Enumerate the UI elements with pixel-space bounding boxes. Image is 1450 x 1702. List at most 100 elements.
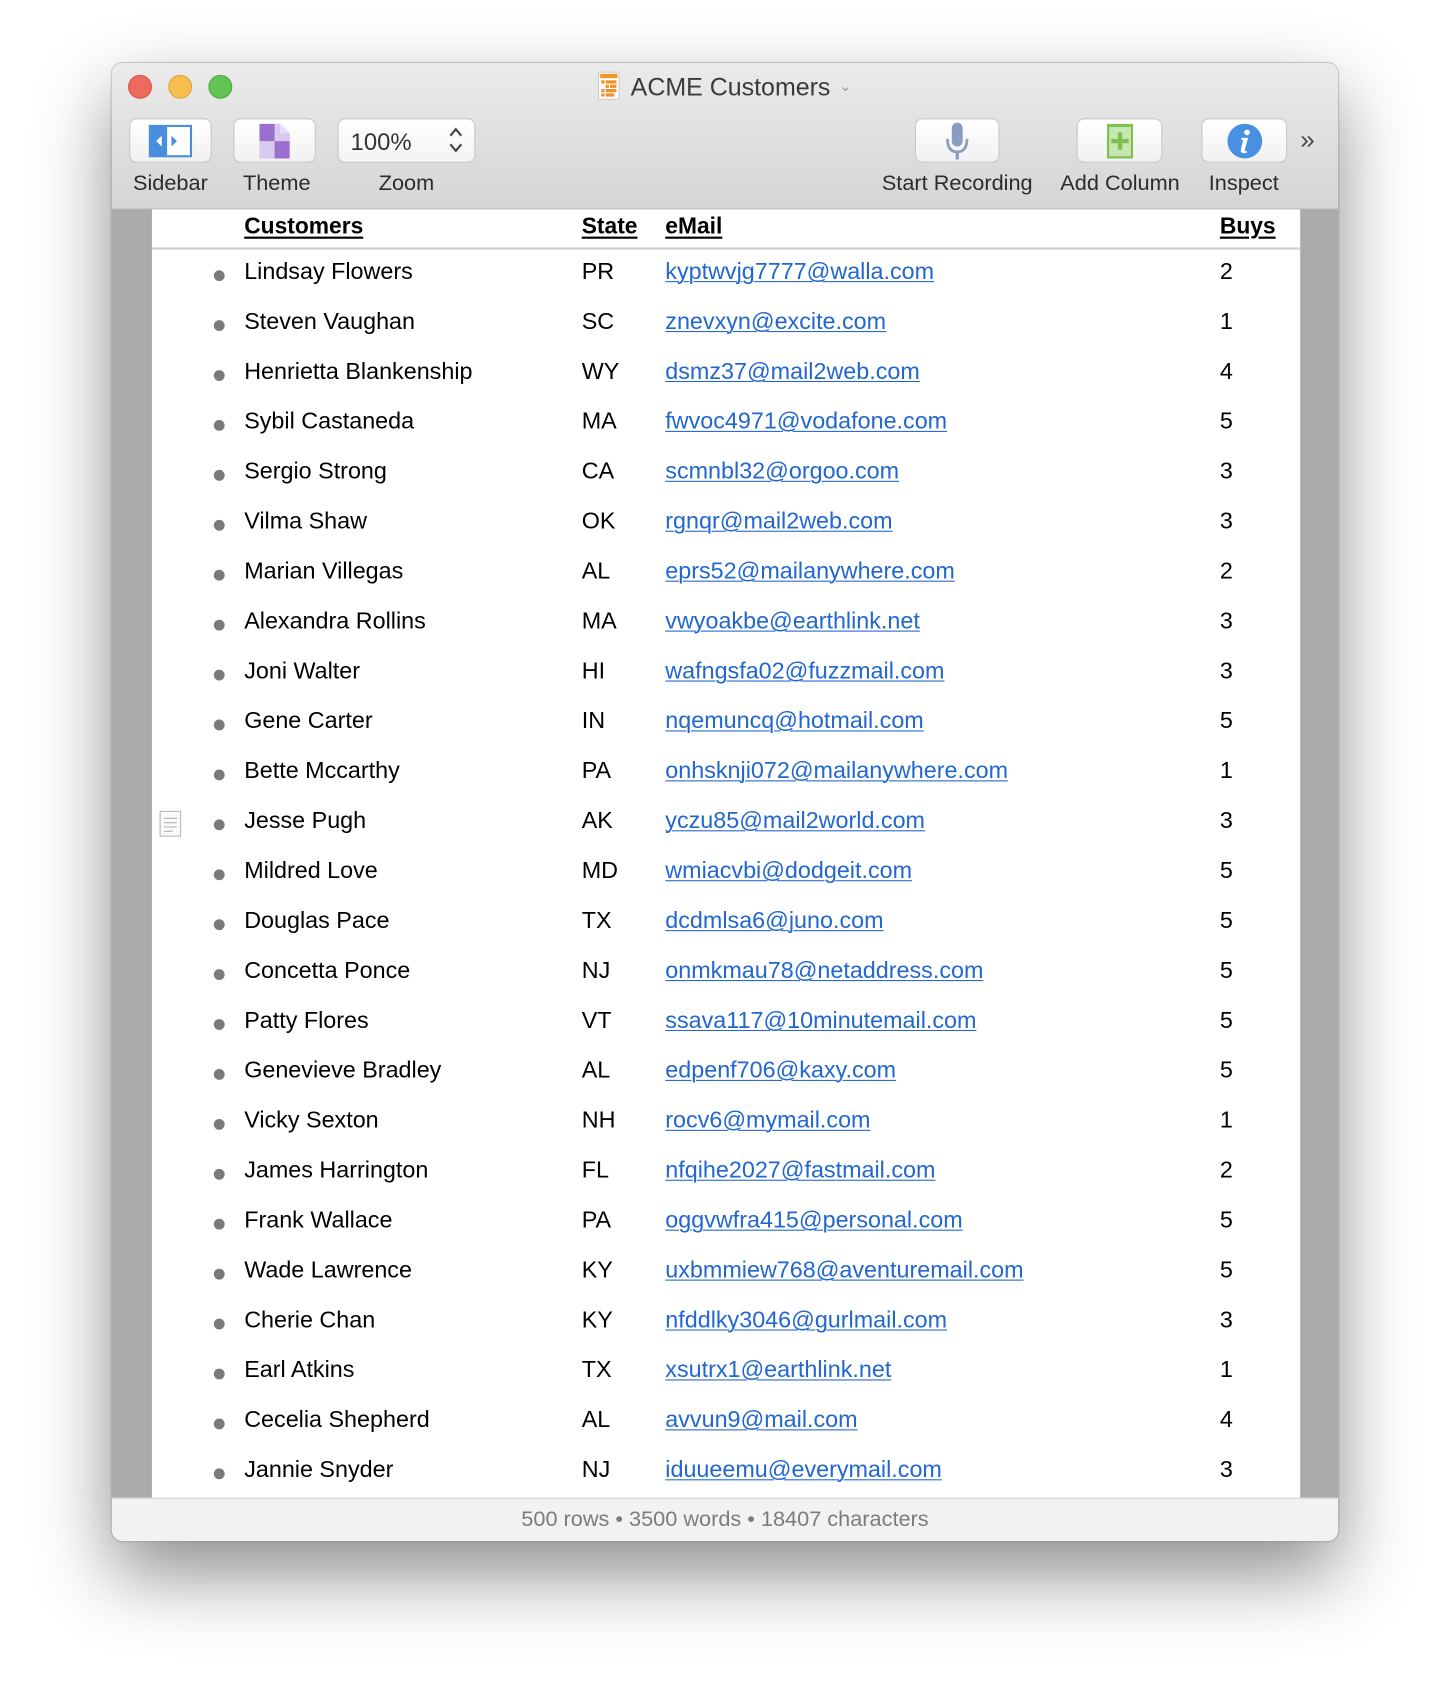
table-row[interactable]: Henrietta Blankenship WY dsmz37@mail2web.c… bbox=[152, 351, 1300, 401]
state-cell[interactable]: OK bbox=[582, 508, 616, 535]
table-row[interactable]: Alexandra Rollins MA vwyoakbe@earthlink.ne… bbox=[152, 600, 1300, 650]
customer-name-cell[interactable]: Joni Walter bbox=[244, 658, 360, 685]
state-cell[interactable]: AL bbox=[582, 1057, 611, 1084]
customer-name-cell[interactable]: Sybil Castaneda bbox=[244, 408, 414, 435]
row-bullet-icon[interactable] bbox=[213, 869, 225, 881]
buys-cell[interactable]: 3 bbox=[1220, 807, 1233, 834]
note-icon[interactable] bbox=[159, 810, 182, 837]
email-link[interactable]: avvun9@mail.com bbox=[665, 1407, 857, 1434]
row-bullet-icon[interactable] bbox=[213, 1019, 225, 1030]
buys-cell[interactable]: 5 bbox=[1220, 1007, 1233, 1034]
row-bullet-icon[interactable] bbox=[213, 919, 225, 931]
state-cell[interactable]: SC bbox=[582, 308, 614, 335]
buys-cell[interactable]: 5 bbox=[1220, 1257, 1233, 1284]
buys-cell[interactable]: 3 bbox=[1220, 458, 1233, 485]
table-row[interactable]: Vicky Sexton NH rocv6@mymail.com 1 bbox=[152, 1099, 1300, 1149]
customer-name-cell[interactable]: Sergio Strong bbox=[244, 458, 387, 485]
customer-name-cell[interactable]: Bette Mccarthy bbox=[244, 758, 400, 785]
row-bullet-icon[interactable] bbox=[213, 719, 225, 731]
email-link[interactable]: ssava117@10minutemail.com bbox=[665, 1007, 976, 1034]
email-link[interactable]: xsutrx1@earthlink.net bbox=[665, 1357, 891, 1384]
table-row[interactable]: Vilma Shaw OK rgnqr@mail2web.com 3 bbox=[152, 500, 1300, 550]
buys-cell[interactable]: 5 bbox=[1220, 708, 1233, 735]
email-link[interactable]: eprs52@mailanywhere.com bbox=[665, 558, 955, 585]
table-row[interactable]: Wade Lawrence KY uxbmmiew768@aventuremail.… bbox=[152, 1249, 1300, 1299]
buys-cell[interactable]: 3 bbox=[1220, 658, 1233, 685]
customer-name-cell[interactable]: Marian Villegas bbox=[244, 558, 403, 585]
table-row[interactable]: Bette Mccarthy PA onhsknji072@mailanywhere… bbox=[152, 750, 1300, 800]
row-bullet-icon[interactable] bbox=[213, 819, 225, 831]
state-cell[interactable]: NJ bbox=[582, 1456, 611, 1483]
column-header-state[interactable]: State bbox=[582, 214, 638, 240]
email-link[interactable]: onmkmau78@netaddress.com bbox=[665, 957, 983, 984]
row-bullet-icon[interactable] bbox=[213, 1418, 225, 1430]
state-cell[interactable]: MA bbox=[582, 408, 617, 435]
buys-cell[interactable]: 3 bbox=[1220, 608, 1233, 635]
table-row[interactable]: Genevieve Bradley AL edpenf706@kaxy.com 5 bbox=[152, 1049, 1300, 1099]
sidebar-button[interactable] bbox=[129, 118, 212, 163]
buys-cell[interactable]: 1 bbox=[1220, 308, 1233, 335]
email-link[interactable]: vwyoakbe@earthlink.net bbox=[665, 608, 920, 635]
table-row[interactable]: Joni Walter HI wafngsfa02@fuzzmail.com 3 bbox=[152, 650, 1300, 700]
state-cell[interactable]: KY bbox=[582, 1257, 613, 1284]
row-bullet-icon[interactable] bbox=[213, 1468, 225, 1480]
email-link[interactable]: iduueemu@everymail.com bbox=[665, 1456, 942, 1483]
email-link[interactable]: nfddlky3046@gurlmail.com bbox=[665, 1307, 947, 1334]
email-link[interactable]: rgnqr@mail2web.com bbox=[665, 508, 892, 535]
row-bullet-icon[interactable] bbox=[213, 769, 225, 781]
row-bullet-icon[interactable] bbox=[213, 320, 225, 332]
customer-name-cell[interactable]: Douglas Pace bbox=[244, 907, 389, 934]
table-row[interactable]: Marian Villegas AL eprs52@mailanywhere.com… bbox=[152, 550, 1300, 600]
buys-cell[interactable]: 2 bbox=[1220, 1157, 1233, 1184]
row-bullet-icon[interactable] bbox=[213, 1069, 225, 1080]
customer-name-cell[interactable]: Cecelia Shepherd bbox=[244, 1407, 430, 1434]
buys-cell[interactable]: 4 bbox=[1220, 1407, 1233, 1434]
column-header-email[interactable]: eMail bbox=[665, 214, 722, 240]
email-link[interactable]: dcdmlsa6@juno.com bbox=[665, 907, 883, 934]
column-header-customers[interactable]: Customers bbox=[244, 214, 363, 240]
row-bullet-icon[interactable] bbox=[213, 370, 225, 381]
state-cell[interactable]: AL bbox=[582, 1407, 611, 1434]
buys-cell[interactable]: 3 bbox=[1220, 508, 1233, 535]
table-row[interactable]: Lindsay Flowers PR kyptwvjg7777@walla.com 2 bbox=[152, 251, 1300, 301]
state-cell[interactable]: AL bbox=[582, 558, 611, 585]
state-cell[interactable]: TX bbox=[582, 907, 612, 934]
table-row[interactable]: Patty Flores VT ssava117@10minutemail.com 5 bbox=[152, 1000, 1300, 1050]
row-bullet-icon[interactable] bbox=[213, 1218, 225, 1230]
toolbar-overflow-button[interactable]: » bbox=[1300, 126, 1315, 156]
table-row[interactable]: James Harrington FL nfqihe2027@fastmail.co… bbox=[152, 1149, 1300, 1199]
customer-name-cell[interactable]: Cherie Chan bbox=[244, 1307, 375, 1334]
buys-cell[interactable]: 4 bbox=[1220, 358, 1233, 385]
buys-cell[interactable]: 3 bbox=[1220, 1307, 1233, 1334]
row-bullet-icon[interactable] bbox=[213, 619, 225, 631]
state-cell[interactable]: TX bbox=[582, 1357, 612, 1384]
email-link[interactable]: nqemuncq@hotmail.com bbox=[665, 708, 923, 735]
buys-cell[interactable]: 5 bbox=[1220, 1057, 1233, 1084]
customer-name-cell[interactable]: Vicky Sexton bbox=[244, 1107, 378, 1134]
state-cell[interactable]: NJ bbox=[582, 957, 611, 984]
state-cell[interactable]: FL bbox=[582, 1157, 609, 1184]
email-link[interactable]: dsmz37@mail2web.com bbox=[665, 358, 920, 385]
state-cell[interactable]: CA bbox=[582, 458, 614, 485]
customer-name-cell[interactable]: Frank Wallace bbox=[244, 1207, 392, 1234]
inspect-button[interactable] bbox=[1201, 118, 1288, 163]
table-row[interactable]: Mildred Love MD wmiacvbi@dodgeit.com 5 bbox=[152, 850, 1300, 900]
table-row[interactable]: Cherie Chan KY nfddlky3046@gurlmail.com 3 bbox=[152, 1299, 1300, 1349]
customer-name-cell[interactable]: Patty Flores bbox=[244, 1007, 368, 1034]
buys-cell[interactable]: 5 bbox=[1220, 408, 1233, 435]
table-row[interactable]: Cecelia Shepherd AL avvun9@mail.com 4 bbox=[152, 1399, 1300, 1449]
customer-name-cell[interactable]: Jannie Snyder bbox=[244, 1456, 393, 1483]
zoom-value[interactable]: 100% bbox=[351, 128, 412, 156]
state-cell[interactable]: PA bbox=[582, 758, 611, 785]
buys-cell[interactable]: 2 bbox=[1220, 558, 1233, 585]
email-link[interactable]: scmnbl32@orgoo.com bbox=[665, 458, 899, 485]
email-link[interactable]: wmiacvbi@dodgeit.com bbox=[665, 857, 912, 884]
state-cell[interactable]: MA bbox=[582, 608, 617, 635]
row-bullet-icon[interactable] bbox=[213, 669, 225, 681]
state-cell[interactable]: PA bbox=[582, 1207, 611, 1234]
row-bullet-icon[interactable] bbox=[213, 469, 225, 481]
buys-cell[interactable]: 5 bbox=[1220, 857, 1233, 884]
table-row[interactable]: Earl Atkins TX xsutrx1@earthlink.net 1 bbox=[152, 1349, 1300, 1399]
theme-button[interactable] bbox=[233, 118, 316, 163]
customer-name-cell[interactable]: Mildred Love bbox=[244, 857, 378, 884]
